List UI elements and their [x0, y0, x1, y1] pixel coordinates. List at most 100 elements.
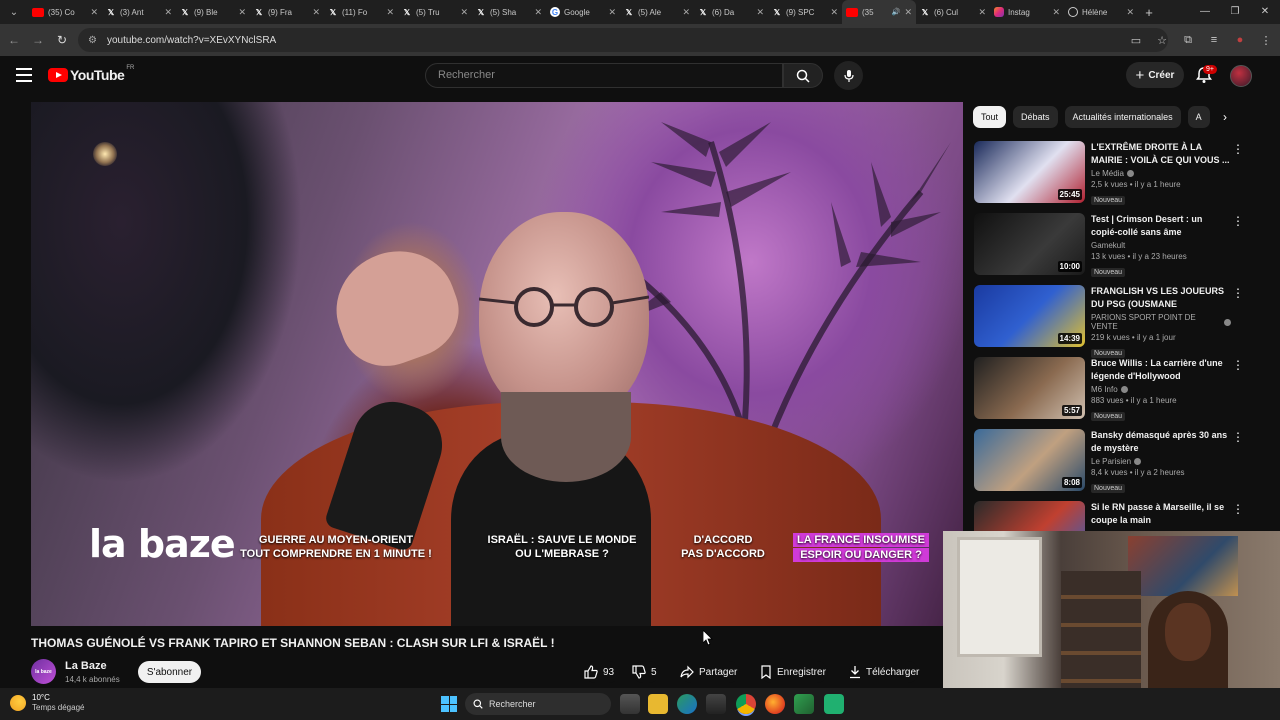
browser-tab[interactable]: (35 🔊 ✕ — [842, 0, 916, 24]
video-title-link[interactable]: L'EXTRÊME DROITE À LA MAIRIE : VOILÀ CE … — [1091, 141, 1231, 167]
tab-close-icon[interactable]: ✕ — [90, 7, 98, 18]
account-avatar[interactable] — [1230, 65, 1252, 87]
restore-icon[interactable]: ❐ — [1220, 0, 1250, 24]
profile-icon[interactable]: ● — [1232, 34, 1248, 46]
tab-search-menu-icon[interactable]: ⌄ — [0, 0, 28, 24]
browser-tab[interactable]: Instag ✕ — [990, 0, 1064, 24]
filter-chip[interactable]: Actualités internationales — [1064, 106, 1181, 128]
save-button[interactable]: Enregistrer — [760, 661, 828, 683]
more-options-icon[interactable]: ⋮ — [1232, 431, 1244, 443]
app-icon-teal[interactable] — [824, 694, 844, 714]
tab-close-icon[interactable]: ✕ — [460, 7, 468, 18]
channel-link[interactable]: Le Parisien — [1091, 457, 1231, 466]
filter-chip[interactable]: Tout — [973, 106, 1007, 128]
channel-link[interactable]: Le Média — [1091, 169, 1231, 178]
tab-close-icon[interactable]: ✕ — [164, 7, 172, 18]
search-button[interactable] — [783, 63, 823, 88]
site-info-icon[interactable]: ⚙ — [88, 35, 97, 46]
browser-menu-icon[interactable]: ⋮ — [1258, 34, 1274, 47]
tab-groups-icon[interactable]: ≡ — [1206, 34, 1222, 46]
tab-close-icon[interactable]: ✕ — [1052, 7, 1060, 18]
filter-chip[interactable]: Débats — [1013, 106, 1058, 128]
video-thumbnail[interactable]: 14:39 — [974, 285, 1085, 347]
recommended-video[interactable]: 8:08 Bansky démasqué après 30 ans de myst… — [974, 429, 1264, 495]
task-view-icon[interactable] — [620, 694, 640, 714]
more-options-icon[interactable]: ⋮ — [1232, 287, 1244, 299]
dislike-button[interactable]: 5 — [632, 661, 660, 683]
channel-link[interactable]: PARIONS SPORT POINT DE VENTE — [1091, 313, 1231, 331]
filter-chip[interactable]: A — [1187, 106, 1210, 128]
browser-tab[interactable]: 𝕏 (9) SPC ✕ — [768, 0, 842, 24]
more-options-icon[interactable]: ⋮ — [1232, 359, 1244, 371]
browser-tab[interactable]: 𝕏 (3) Ant ✕ — [102, 0, 176, 24]
tab-close-icon[interactable]: ✕ — [238, 7, 246, 18]
taskbar-search[interactable]: Rechercher — [465, 693, 611, 715]
recommended-video[interactable]: 10:00 Test | Crimson Desert : un copié-co… — [974, 213, 1264, 279]
windows-start-icon[interactable] — [441, 696, 457, 712]
video-title-link[interactable]: FRANGLISH VS LES JOUEURS DU PSG (OUSMANE… — [1091, 285, 1231, 311]
back-icon[interactable]: ← — [2, 33, 26, 47]
cast-icon[interactable]: ▭ — [1128, 34, 1144, 47]
browser-tab[interactable]: 𝕏 (5) Sha ✕ — [472, 0, 546, 24]
browser-tab[interactable]: 𝕏 (6) Cul ✕ — [916, 0, 990, 24]
like-button[interactable]: 93 — [584, 661, 620, 683]
more-options-icon[interactable]: ⋮ — [1232, 143, 1244, 155]
channel-avatar[interactable]: la baze — [31, 659, 56, 684]
browser-tab[interactable]: (35) Co ✕ — [28, 0, 102, 24]
recommended-video[interactable]: 25:45 L'EXTRÊME DROITE À LA MAIRIE : VOIL… — [974, 141, 1264, 207]
recommended-video[interactable]: 14:39 FRANGLISH VS LES JOUEURS DU PSG (OU… — [974, 285, 1264, 358]
tab-close-icon[interactable]: ✕ — [830, 7, 838, 18]
video-thumbnail[interactable]: 25:45 — [974, 141, 1085, 203]
browser-tab[interactable]: 𝕏 (5) Tru ✕ — [398, 0, 472, 24]
tab-close-icon[interactable]: ✕ — [386, 7, 394, 18]
channel-link[interactable]: Gamekult — [1091, 241, 1231, 250]
minimize-icon[interactable]: — — [1190, 0, 1220, 24]
chevron-right-icon[interactable]: › — [1216, 108, 1234, 126]
tab-close-icon[interactable]: ✕ — [1126, 7, 1134, 18]
browser-tab[interactable]: 𝕏 (9) Fra ✕ — [250, 0, 324, 24]
tab-close-icon[interactable]: ✕ — [904, 7, 912, 18]
browser-tab[interactable]: 𝕏 (5) Ale ✕ — [620, 0, 694, 24]
tab-close-icon[interactable]: ✕ — [756, 7, 764, 18]
url-bar[interactable]: ⚙ youtube.com/watch?v=XEvXYNclSRA — [78, 28, 1168, 52]
video-thumbnail[interactable]: 5:57 — [974, 357, 1085, 419]
youtube-logo[interactable]: YouTube FR — [48, 65, 134, 83]
bookmark-star-icon[interactable]: ☆ — [1154, 34, 1170, 47]
channel-link[interactable]: M6 Info — [1091, 385, 1231, 394]
recommended-video[interactable]: 5:57 Bruce Willis : La carrière d'une lég… — [974, 357, 1264, 423]
more-options-icon[interactable]: ⋮ — [1232, 215, 1244, 227]
video-thumbnail[interactable]: 8:08 — [974, 429, 1085, 491]
tab-close-icon[interactable]: ✕ — [682, 7, 690, 18]
weather-widget[interactable]: 10°C Temps dégagé — [10, 693, 84, 713]
browser-tab[interactable]: 𝕏 (11) Fo ✕ — [324, 0, 398, 24]
browser-tab[interactable]: G Google ✕ — [546, 0, 620, 24]
search-input[interactable]: Rechercher — [425, 63, 783, 88]
tab-close-icon[interactable]: ✕ — [312, 7, 320, 18]
subscribe-button[interactable]: S'abonner — [138, 661, 201, 683]
audio-playing-icon[interactable]: 🔊 — [892, 8, 901, 16]
menu-icon[interactable] — [16, 68, 32, 82]
store-icon[interactable] — [706, 694, 726, 714]
video-player[interactable]: la baze GUERRE AU MOYEN-ORIENT TOUT COMP… — [31, 102, 963, 626]
video-title-link[interactable]: Test | Crimson Desert : un copié-collé s… — [1091, 213, 1231, 239]
file-explorer-icon[interactable] — [648, 694, 668, 714]
browser-tab[interactable]: 𝕏 (6) Da ✕ — [694, 0, 768, 24]
voice-search-button[interactable] — [834, 61, 863, 90]
video-thumbnail[interactable]: 10:00 — [974, 213, 1085, 275]
browser-tab[interactable]: 𝕏 (9) Ble ✕ — [176, 0, 250, 24]
forward-icon[interactable]: → — [26, 33, 50, 47]
edge-browser-icon[interactable] — [677, 694, 697, 714]
video-title-link[interactable]: Bruce Willis : La carrière d'une légende… — [1091, 357, 1231, 383]
chrome-icon[interactable] — [736, 694, 756, 714]
new-tab-button[interactable]: + — [1138, 5, 1160, 20]
tab-close-icon[interactable]: ✕ — [534, 7, 542, 18]
download-button[interactable]: Télécharger — [849, 661, 919, 683]
tab-close-icon[interactable]: ✕ — [608, 7, 616, 18]
video-title-link[interactable]: Bansky démasqué après 30 ans de mystère — [1091, 429, 1231, 455]
tab-close-icon[interactable]: ✕ — [978, 7, 986, 18]
browser-tab[interactable]: Hélène ✕ — [1064, 0, 1138, 24]
video-title-link[interactable]: Si le RN passe à Marseille, il se coupe … — [1091, 501, 1231, 527]
channel-name[interactable]: La Baze — [65, 660, 107, 672]
more-options-icon[interactable]: ⋮ — [1232, 503, 1244, 515]
reload-icon[interactable]: ↻ — [50, 33, 74, 47]
